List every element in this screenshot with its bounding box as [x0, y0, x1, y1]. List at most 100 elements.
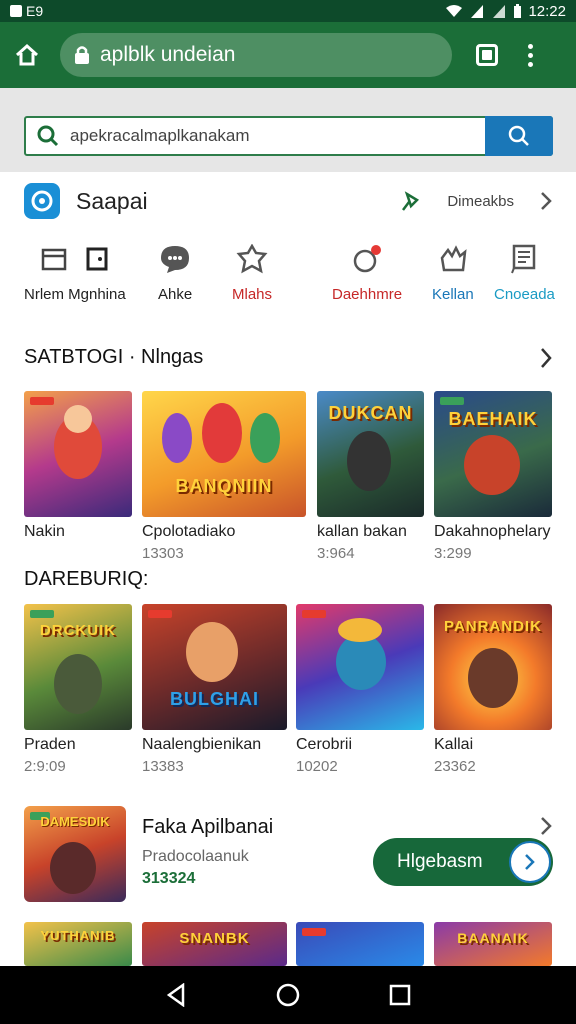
install-button-label: Hlgebasm	[397, 851, 483, 872]
section-title: SATBTOGI · Nlngas	[24, 346, 204, 368]
home-nav-icon[interactable]	[276, 983, 300, 1007]
game-card[interactable]: Cerobrii 10202	[296, 604, 424, 775]
badge-icon	[148, 610, 172, 618]
game-card[interactable]: BANQNIIN Cpolotadiako 13303	[142, 391, 306, 562]
game-card[interactable]: PANRANDIK Kallai 23362	[434, 604, 552, 775]
game-value: 13383	[142, 758, 184, 775]
tabs-button[interactable]	[476, 44, 498, 66]
search-icon	[508, 125, 529, 146]
game-thumbnail: BAANAIK	[434, 922, 552, 966]
game-name: Cpolotadiako	[142, 523, 236, 540]
game-card[interactable]: DUKCAN kallan bakan 3:964	[317, 391, 424, 562]
app-name: Saapai	[76, 187, 148, 214]
category-item[interactable]: Ahke	[158, 240, 192, 303]
badge-icon	[30, 397, 54, 405]
category-label: Cnoeada	[494, 286, 555, 303]
category-item[interactable]: Nrlem Mgnhina	[24, 240, 126, 303]
category-item[interactable]: Cnoeada	[494, 240, 555, 303]
category-item[interactable]: Daehhmre	[332, 240, 402, 303]
featured-thumbnail-title: DAMESDIK	[40, 814, 110, 829]
menu-dot-icon	[528, 52, 533, 58]
category-item[interactable]: Mlahs	[232, 240, 272, 303]
app-action-label[interactable]: Dimeakbs	[447, 193, 514, 210]
featured-title: Faka Apilbanai	[142, 816, 274, 838]
game-card[interactable]: Nakin	[24, 391, 132, 541]
browser-toolbar: aplblk undeian	[0, 22, 576, 88]
chevron-right-icon[interactable]	[540, 816, 552, 836]
game-value: 13303	[142, 545, 184, 562]
notification-icon	[353, 245, 382, 273]
signal-icon-2	[493, 5, 506, 18]
game-card[interactable]: YUTHANIB	[24, 922, 132, 966]
badge-icon	[302, 610, 326, 618]
game-thumbnail: BANQNIIN	[142, 391, 306, 517]
menu-dot-icon	[528, 43, 533, 49]
document-icon	[511, 244, 536, 274]
back-icon[interactable]	[165, 983, 187, 1007]
featured-value: 313324	[142, 870, 196, 887]
game-card[interactable]: DRCKUIK Praden 2:9:09	[24, 604, 132, 775]
game-thumbnail-title: BULGHAI	[170, 689, 259, 709]
chevron-right-icon[interactable]	[540, 347, 552, 369]
search-button[interactable]	[485, 116, 553, 156]
recents-icon[interactable]	[389, 984, 411, 1006]
game-thumbnail: DRCKUIK	[24, 604, 132, 730]
search-box: apekracalmaplkanakam	[24, 116, 553, 156]
overflow-menu-button[interactable]	[528, 43, 533, 67]
game-card[interactable]: BULGHAI Naalengbienikan 13383	[142, 604, 287, 775]
game-thumbnail: DUKCAN	[317, 391, 424, 517]
game-card[interactable]	[296, 922, 424, 966]
badge-icon	[440, 397, 464, 405]
game-value: 10202	[296, 758, 338, 775]
badge-icon	[30, 610, 54, 618]
section-header[interactable]: SATBTOGI · Nlngas	[24, 346, 552, 369]
category-label: Ahke	[158, 286, 193, 303]
game-thumbnail: BAEHAIK	[434, 391, 552, 517]
game-thumbnail-title: PANRANDIK	[444, 618, 542, 635]
chevron-right-icon[interactable]	[540, 191, 552, 211]
status-bar: E9 12:22	[0, 0, 576, 22]
status-left-text: E9	[26, 3, 44, 19]
game-thumbnail-title: BAEHAIK	[448, 409, 538, 429]
featured-thumbnail: DAMESDIK	[24, 806, 126, 902]
app-header-row[interactable]: Saapai Dimeakbs	[0, 172, 576, 230]
category-label: Kellan	[432, 286, 474, 303]
game-name: Dakahnophelary	[434, 523, 551, 540]
game-name: Praden	[24, 736, 76, 753]
game-card[interactable]: BAANAIK	[434, 922, 552, 966]
game-thumbnail	[296, 604, 424, 730]
pin-icon[interactable]	[399, 190, 423, 212]
app-logo-icon	[31, 190, 53, 212]
game-thumbnail	[24, 391, 132, 517]
section-title: DAREBURIQ:	[24, 568, 149, 590]
section-header[interactable]: DAREBURIQ:	[24, 568, 552, 591]
category-label: Mlahs	[232, 286, 273, 303]
game-name: Naalengbienikan	[142, 736, 262, 753]
calendar-icon	[41, 248, 67, 271]
game-thumbnail: YUTHANIB	[24, 922, 132, 966]
game-thumbnail-title: DRCKUIK	[39, 622, 117, 639]
address-bar[interactable]: aplblk undeian	[60, 33, 452, 77]
game-thumbnail-title: DUKCAN	[328, 403, 413, 423]
game-thumbnail: PANRANDIK	[434, 604, 552, 730]
search-input[interactable]: apekracalmaplkanakam	[70, 126, 485, 146]
menu-dot-icon	[528, 61, 533, 67]
home-button[interactable]	[12, 40, 42, 70]
game-card[interactable]: SNANBK	[142, 922, 287, 966]
install-button[interactable]: Hlgebasm	[373, 838, 553, 886]
badge-icon	[302, 928, 326, 936]
game-name: Kallai	[434, 736, 474, 753]
game-card[interactable]: BAEHAIK Dakahnophelary 3:299	[434, 391, 552, 562]
chevron-right-icon	[525, 854, 535, 870]
hand-icon	[440, 245, 467, 272]
category-label: Nrlem Mgnhina	[24, 286, 126, 303]
category-label: Daehhmre	[332, 286, 403, 303]
search-area: apekracalmaplkanakam	[0, 88, 576, 172]
notification-icon	[10, 5, 22, 17]
puzzle-icon	[236, 244, 268, 274]
game-thumbnail	[296, 922, 424, 966]
arrow-button[interactable]	[509, 841, 551, 883]
category-item[interactable]: Kellan	[432, 240, 474, 303]
app-logo	[24, 183, 60, 219]
game-thumbnail-title: BANQNIIN	[175, 476, 273, 496]
